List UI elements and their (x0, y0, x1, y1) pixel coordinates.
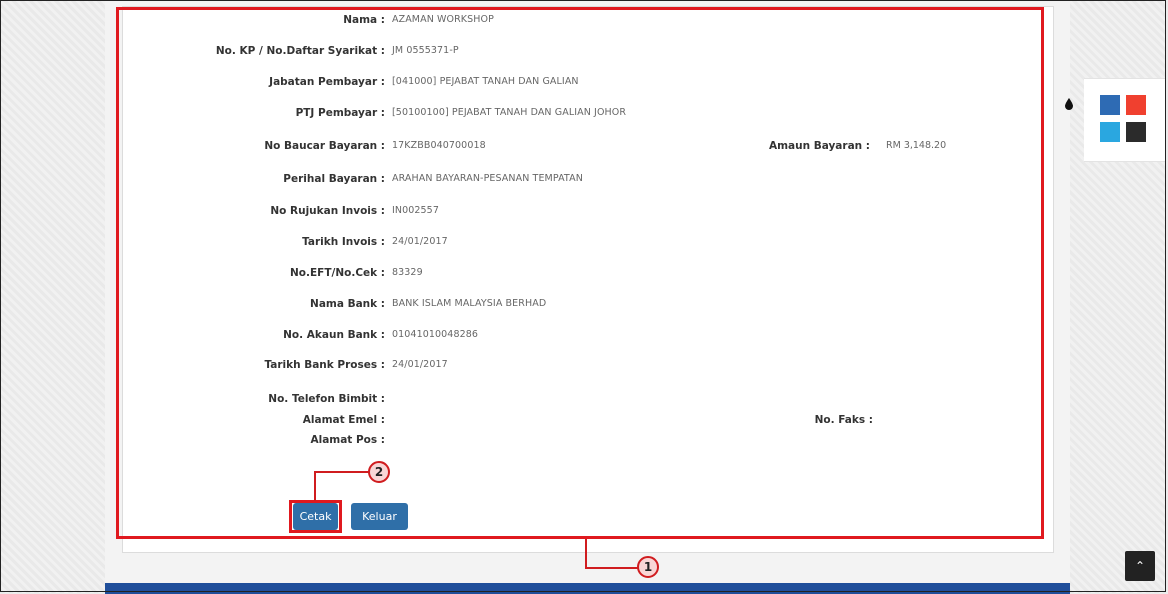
callout-1-line-v (585, 539, 587, 568)
scroll-top-button[interactable]: ⌃ (1125, 551, 1155, 581)
highlight-frame-1 (116, 7, 1044, 539)
callout-2: 2 (368, 461, 390, 483)
callout-1-line-h (585, 567, 638, 569)
theme-switcher (1065, 78, 1166, 162)
chevron-up-icon: ⌃ (1134, 559, 1146, 573)
swatch-blue[interactable] (1100, 95, 1120, 115)
ink-drop-icon[interactable] (1064, 97, 1074, 111)
swatch-light-blue[interactable] (1100, 122, 1120, 142)
callout-1: 1 (637, 556, 659, 578)
background-left (1, 1, 105, 593)
callout-2-line-h (314, 471, 370, 473)
footer-bar (105, 583, 1070, 594)
callout-2-line-v (314, 471, 316, 501)
swatch-dark[interactable] (1126, 122, 1146, 142)
swatch-red[interactable] (1126, 95, 1146, 115)
highlight-frame-2 (289, 500, 342, 533)
